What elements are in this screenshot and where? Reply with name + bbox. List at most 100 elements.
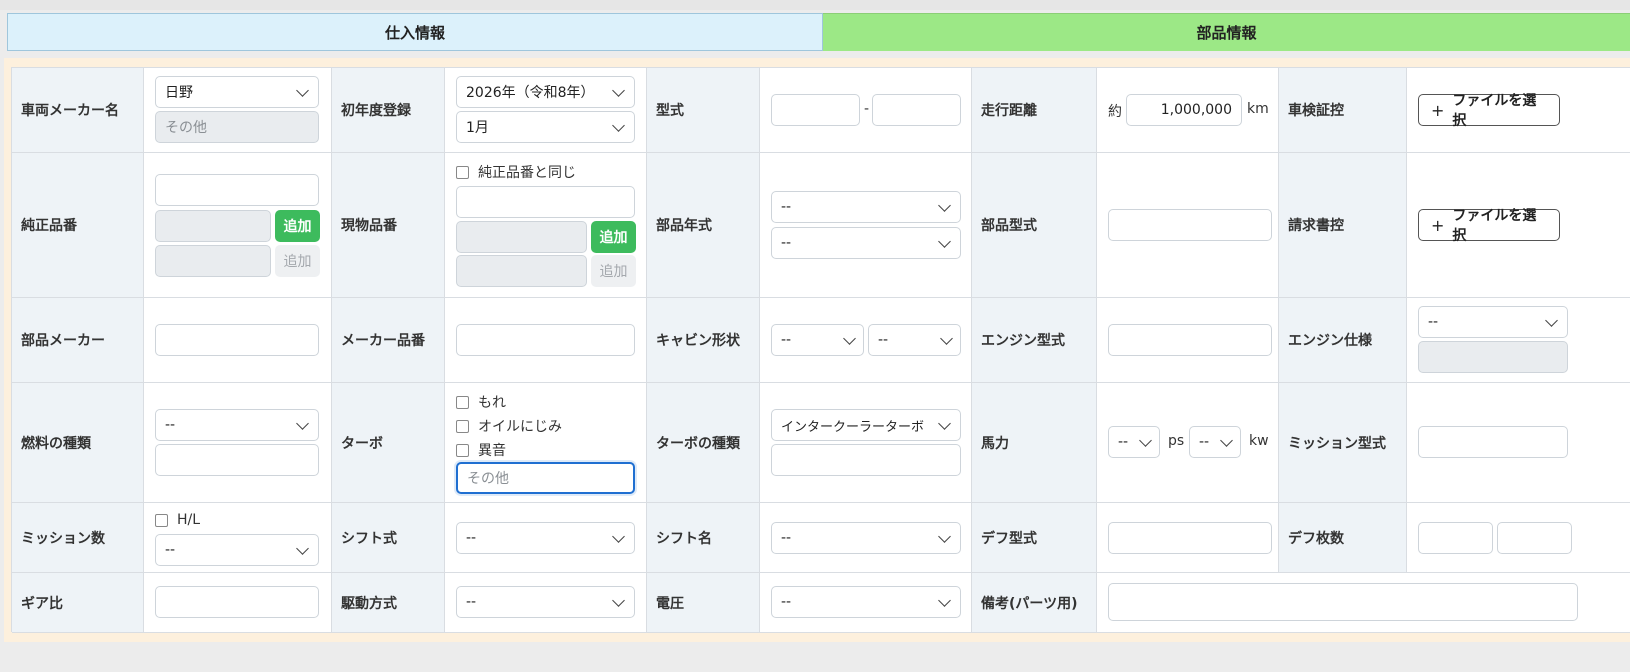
turbo-oil-checkbox[interactable]: オイルにじみ <box>456 416 562 436</box>
remarks-parts-input[interactable] <box>1108 583 1578 621</box>
drive-type-select[interactable]: -- <box>456 586 635 618</box>
shift-name-select[interactable]: -- <box>771 522 961 554</box>
part-year-select-1[interactable]: -- <box>771 191 961 223</box>
label-first-registration: 初年度登録 <box>332 68 445 153</box>
mission-count-select[interactable]: -- <box>155 534 319 566</box>
cabin-shape-value-1: -- <box>781 332 792 348</box>
diff-model-input[interactable] <box>1108 522 1272 554</box>
voltage-value: -- <box>781 594 792 610</box>
turbo-other-placeholder: その他 <box>467 471 509 487</box>
engine-spec-other-input[interactable] <box>1418 341 1568 373</box>
label-part-maker: 部品メーカー <box>12 298 144 383</box>
registration-year-select[interactable]: 2026年（令和8年） <box>456 76 635 108</box>
part-maker-input[interactable] <box>155 324 319 356</box>
actual-part-no-extra-2[interactable] <box>456 255 587 287</box>
checkbox-box <box>456 419 469 433</box>
horsepower-ps-select[interactable]: -- <box>1108 426 1160 458</box>
chevron-down-icon <box>938 530 951 543</box>
fuel-type-select[interactable]: -- <box>155 409 319 441</box>
model-type-input-1[interactable] <box>771 94 860 126</box>
registration-month-select[interactable]: 1月 <box>456 111 635 143</box>
label-cabin-shape: キャビン形状 <box>647 298 760 383</box>
tab-purchase-info[interactable]: 仕入情報 <box>7 13 823 51</box>
shift-type-select[interactable]: -- <box>456 522 635 554</box>
mission-count-value: -- <box>165 542 176 558</box>
maker-part-no-input[interactable] <box>456 324 635 356</box>
gear-ratio-input[interactable] <box>155 586 319 618</box>
actual-add-button-1[interactable]: 追加 <box>591 221 636 253</box>
genuine-add-button-1[interactable]: 追加 <box>275 210 320 242</box>
same-as-genuine-checkbox[interactable]: 純正品番と同じ <box>456 162 576 182</box>
diff-count-input-2[interactable] <box>1497 522 1572 554</box>
mileage-cell: 約 1,000,000 km <box>1097 68 1279 153</box>
horsepower-kw-select[interactable]: -- <box>1189 426 1241 458</box>
first-registration-cell: 2026年（令和8年） 1月 <box>445 68 647 153</box>
label-gear-ratio: ギア比 <box>12 573 144 633</box>
invoice-file-button[interactable]: + ファイルを選択 <box>1418 208 1560 244</box>
engine-model-input[interactable] <box>1108 324 1272 356</box>
diff-count-input-1[interactable] <box>1418 522 1493 554</box>
shift-type-cell: -- <box>445 503 647 573</box>
mileage-input[interactable]: 1,000,000 <box>1126 94 1242 126</box>
chevron-down-icon <box>296 417 309 430</box>
genuine-part-no-extra-2[interactable] <box>155 245 271 277</box>
registration-month-value: 1月 <box>466 120 489 136</box>
label-invoice: 請求書控 <box>1279 153 1407 298</box>
turbo-leak-checkbox[interactable]: もれ <box>456 392 506 412</box>
part-model-cell <box>1097 153 1279 298</box>
voltage-select[interactable]: -- <box>771 586 961 618</box>
actual-part-no-cell: 純正品番と同じ 追加 追加 <box>445 153 647 298</box>
hl-label: H/L <box>177 512 201 528</box>
genuine-part-no-input[interactable] <box>155 174 319 206</box>
actual-add-button-2[interactable]: 追加 <box>591 255 636 287</box>
turbo-type-select[interactable]: インタークーラーターボ <box>771 409 961 441</box>
chevron-down-icon <box>938 594 951 607</box>
label-turbo-type: ターボの種類 <box>647 383 760 503</box>
cabin-shape-select-1[interactable]: -- <box>771 324 864 356</box>
horsepower-cell: -- ps -- kw <box>1097 383 1279 503</box>
label-mission-model: ミッション型式 <box>1279 383 1407 503</box>
part-year-select-2[interactable]: -- <box>771 227 961 259</box>
hl-checkbox[interactable]: H/L <box>155 512 200 528</box>
turbo-type-other-input[interactable] <box>771 444 961 476</box>
tab-parts-info[interactable]: 部品情報 <box>823 13 1630 51</box>
genuine-add-button-2[interactable]: 追加 <box>275 245 320 277</box>
part-model-input[interactable] <box>1108 209 1272 241</box>
maker-select[interactable]: 日野 <box>155 76 319 108</box>
fuel-type-value: -- <box>165 417 176 433</box>
remarks-parts-cell <box>1097 573 1630 633</box>
diff-count-cell <box>1407 503 1630 573</box>
part-year-cell: -- -- <box>760 153 972 298</box>
part-maker-cell <box>144 298 332 383</box>
genuine-part-no-extra-1[interactable] <box>155 210 271 242</box>
mileage-value: 1,000,000 <box>1160 102 1232 118</box>
turbo-leak-label: もれ <box>478 395 506 411</box>
horsepower-kw-value: -- <box>1199 434 1210 450</box>
tab-bar: 仕入情報 部品情報 <box>7 13 1630 51</box>
label-mission-count: ミッション数 <box>12 503 144 573</box>
engine-spec-cell: -- <box>1407 298 1630 383</box>
model-type-input-2[interactable] <box>872 94 961 126</box>
chevron-down-icon <box>938 199 951 212</box>
mission-model-input[interactable] <box>1418 426 1568 458</box>
label-turbo: ターボ <box>332 383 445 503</box>
chevron-down-icon <box>612 119 625 132</box>
chevron-down-icon <box>612 530 625 543</box>
maker-other-input[interactable]: その他 <box>155 111 319 143</box>
label-diff-model: デフ型式 <box>972 503 1097 573</box>
drive-type-value: -- <box>466 594 477 610</box>
turbo-noise-checkbox[interactable]: 異音 <box>456 440 506 460</box>
inspection-cert-file-button[interactable]: + ファイルを選択 <box>1418 93 1560 129</box>
top-bar <box>0 0 1630 10</box>
engine-model-cell <box>1097 298 1279 383</box>
cabin-shape-select-2[interactable]: -- <box>868 324 961 356</box>
label-horsepower: 馬力 <box>972 383 1097 503</box>
actual-part-no-input[interactable] <box>456 186 635 218</box>
fuel-type-other-input[interactable] <box>155 444 319 476</box>
engine-spec-select[interactable]: -- <box>1418 306 1568 338</box>
chevron-down-icon <box>938 417 951 430</box>
checkbox-box <box>155 513 168 527</box>
turbo-other-input[interactable]: その他 <box>456 462 635 494</box>
maker-name-cell: 日野 その他 <box>144 68 332 153</box>
actual-part-no-extra-1[interactable] <box>456 221 587 253</box>
